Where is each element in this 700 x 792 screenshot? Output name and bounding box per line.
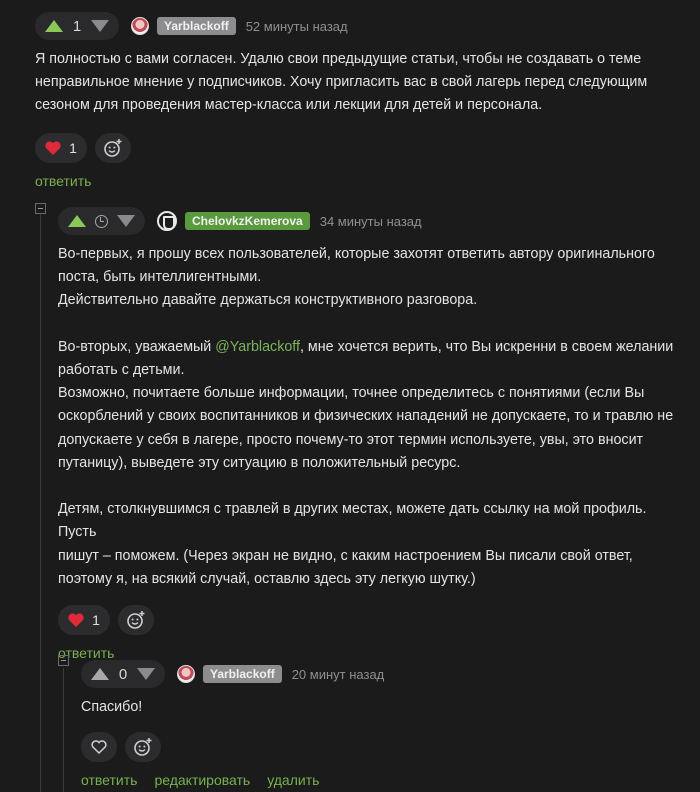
vote-count: 1 [72, 17, 82, 35]
upvote-icon[interactable] [68, 215, 86, 227]
collapse-thread-button[interactable] [35, 203, 46, 214]
text-line: Детям, столкнувшимся с травлей в других … [58, 501, 647, 541]
text-line: работать с детьми. [58, 362, 185, 378]
thread-line [40, 214, 41, 792]
heart-outline-icon [91, 740, 107, 755]
add-reaction-button[interactable] [125, 732, 161, 763]
like-button[interactable] [81, 732, 117, 763]
text-line: пишут – поможем. (Через экран не видно, … [58, 547, 633, 564]
text-line: Я полностью с вами согласен. Удалю свои … [35, 51, 642, 67]
author-name[interactable]: Yarblackoff [157, 17, 236, 35]
text-line: сезоном для проведения мастер-класса или… [35, 97, 543, 114]
text-line: поста, быть интеллигентными. [58, 269, 262, 286]
avatar[interactable] [157, 211, 177, 231]
text-line: путаницу), выведете эту ситуацию в полож… [58, 454, 461, 471]
avatar[interactable] [177, 665, 195, 683]
text-line: оскорблений у своих воспитанников и физи… [58, 408, 674, 425]
text-span: Во-вторых, уважаемый [58, 338, 216, 355]
comment-links: ответить [58, 645, 688, 661]
comment-actions: 1 [58, 605, 688, 636]
author-name[interactable]: Yarblackoff [203, 665, 282, 683]
comment-time[interactable]: 34 минуты назад [320, 214, 422, 229]
reply-link[interactable]: ответить [81, 772, 137, 788]
add-reaction-button[interactable] [95, 132, 131, 163]
like-count: 1 [69, 139, 77, 156]
comment-header: 1 Yarblackoff 52 минуты назад [35, 12, 685, 40]
comment-2: ChelovkzKemerova 34 минуты назад Во-перв… [58, 207, 688, 661]
comment-links: ответить [35, 173, 685, 189]
comment-actions: 1 [35, 132, 685, 163]
text-line: Действительно давайте держаться конструк… [58, 292, 478, 309]
like-button[interactable]: 1 [35, 132, 87, 163]
comment-text: Спасибо! [81, 696, 681, 719]
heart-icon [45, 141, 61, 155]
reply-link[interactable]: ответить [35, 173, 91, 189]
comment-text: Я полностью с вами согласен. Удалю свои … [35, 48, 685, 118]
add-emoji-icon [127, 611, 145, 629]
text-span: , мне хочется верить, что Вы искренни в … [299, 338, 674, 355]
comment-actions [81, 732, 681, 763]
collapse-thread-button[interactable] [58, 655, 69, 666]
comment-time[interactable]: 20 минут назад [292, 667, 385, 682]
comment-links: ответить редактировать удалить [81, 772, 681, 788]
text-line: Возможно, почитаете больше информации, т… [58, 385, 645, 402]
edit-link[interactable]: редактировать [154, 772, 250, 788]
mention-link[interactable]: @Yarblackoff [215, 339, 300, 355]
text-line: Во-первых, я прошу всех пользователей, к… [58, 246, 655, 262]
add-emoji-icon [134, 738, 152, 757]
comment-header: 0 Yarblackoff 20 минут назад [81, 660, 681, 688]
comment-1: 1 Yarblackoff 52 минуты назад Я полность… [35, 12, 685, 189]
downvote-icon[interactable] [91, 20, 109, 32]
comment-header: ChelovkzKemerova 34 минуты назад [58, 207, 688, 235]
upvote-icon[interactable] [91, 668, 109, 680]
text-line: допускаете у себя в лагере, просто почем… [58, 431, 644, 448]
vote-control [58, 207, 145, 235]
comment-text: Во-первых, я прошу всех пользователей, к… [58, 243, 688, 591]
vote-count: 0 [118, 665, 128, 683]
comment-time[interactable]: 52 минуты назад [246, 19, 348, 34]
downvote-icon[interactable] [117, 215, 135, 227]
downvote-icon[interactable] [137, 668, 155, 680]
text-line: поэтому я, на всякий случай, оставлю зде… [58, 570, 476, 587]
avatar[interactable] [131, 17, 149, 35]
clock-icon [95, 214, 108, 228]
vote-control: 0 [81, 660, 165, 688]
author-name[interactable]: ChelovkzKemerova [185, 212, 310, 230]
upvote-icon[interactable] [45, 20, 63, 32]
text-line: неправильное мнение у подписчиков. Хочу … [35, 74, 648, 91]
thread-line [63, 668, 64, 792]
like-button[interactable]: 1 [58, 605, 110, 636]
text-line: Во-вторых, уважаемый @Yarblackoff, мне х… [58, 336, 688, 359]
vote-control: 1 [35, 12, 119, 40]
comment-3: 0 Yarblackoff 20 минут назад Спасибо! от… [81, 660, 681, 788]
add-reaction-button[interactable] [118, 605, 154, 636]
like-count: 1 [92, 612, 100, 629]
heart-icon [68, 613, 84, 628]
add-emoji-icon [104, 138, 122, 157]
delete-link[interactable]: удалить [267, 772, 319, 788]
text-line: Спасибо! [81, 699, 143, 715]
